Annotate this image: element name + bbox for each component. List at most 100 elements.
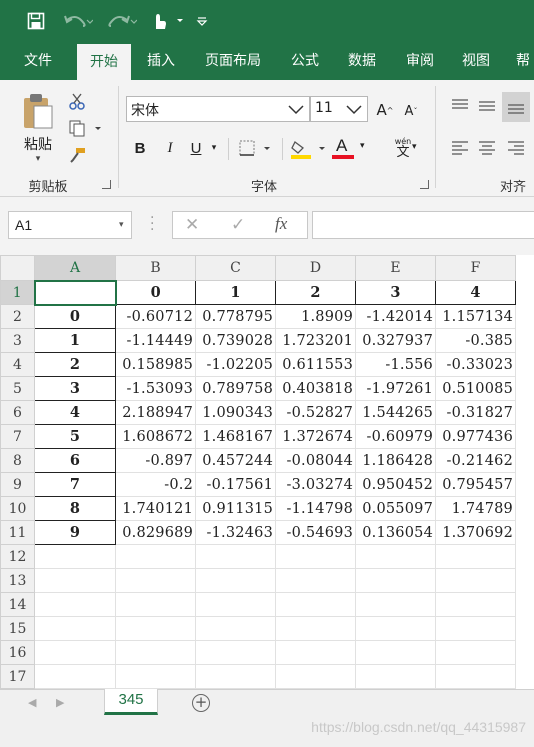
select-all-corner[interactable] bbox=[0, 255, 35, 281]
data-cell[interactable]: -1.14798 bbox=[275, 496, 356, 521]
data-cell[interactable]: -0.21462 bbox=[435, 448, 516, 473]
data-cell[interactable]: 1.8909 bbox=[275, 304, 356, 329]
fill-color-button[interactable] bbox=[288, 136, 328, 162]
data-cell[interactable]: 0.403818 bbox=[275, 376, 356, 401]
empty-cell[interactable] bbox=[195, 592, 276, 617]
data-cell[interactable]: 1.157134 bbox=[435, 304, 516, 329]
empty-cell[interactable] bbox=[435, 616, 516, 641]
borders-button[interactable] bbox=[236, 136, 276, 160]
data-cell[interactable]: 0.327937 bbox=[355, 328, 436, 353]
tab-formulas[interactable]: 公式 bbox=[282, 42, 328, 80]
empty-cell[interactable] bbox=[115, 568, 196, 593]
tab-review[interactable]: 审阅 bbox=[396, 42, 444, 80]
empty-cell[interactable] bbox=[115, 640, 196, 665]
tab-page-layout[interactable]: 页面布局 bbox=[196, 42, 270, 80]
empty-cell[interactable] bbox=[34, 568, 116, 593]
empty-cell[interactable] bbox=[435, 592, 516, 617]
empty-cell[interactable] bbox=[435, 544, 516, 569]
data-cell[interactable]: -1.42014 bbox=[355, 304, 436, 329]
empty-cell[interactable] bbox=[34, 640, 116, 665]
data-cell[interactable]: -0.33023 bbox=[435, 352, 516, 377]
empty-cell[interactable] bbox=[195, 616, 276, 641]
empty-cell[interactable] bbox=[34, 664, 116, 689]
save-icon[interactable] bbox=[24, 8, 48, 34]
empty-cell[interactable] bbox=[275, 592, 356, 617]
empty-cell[interactable] bbox=[355, 568, 436, 593]
empty-cell[interactable] bbox=[355, 592, 436, 617]
row-index-cell[interactable]: 6 bbox=[34, 448, 116, 473]
column-header-c[interactable]: C bbox=[195, 255, 276, 281]
column-header-d[interactable]: D bbox=[275, 255, 356, 281]
data-cell[interactable]: -0.60712 bbox=[115, 304, 196, 329]
copy-icon[interactable] bbox=[66, 117, 104, 139]
bold-button[interactable]: B bbox=[130, 136, 150, 160]
row-index-cell[interactable]: 3 bbox=[34, 376, 116, 401]
cell-a1[interactable] bbox=[33, 279, 117, 306]
row-index-cell[interactable]: 1 bbox=[34, 328, 116, 353]
clipboard-launcher-icon[interactable] bbox=[102, 180, 111, 189]
undo-icon[interactable] bbox=[60, 8, 96, 34]
empty-cell[interactable] bbox=[355, 544, 436, 569]
row-header[interactable]: 14 bbox=[0, 592, 35, 617]
row-index-cell[interactable]: 2 bbox=[34, 352, 116, 377]
data-cell[interactable]: 0.789758 bbox=[195, 376, 276, 401]
add-sheet-icon[interactable]: + bbox=[192, 694, 210, 712]
empty-cell[interactable] bbox=[435, 664, 516, 689]
row-header[interactable]: 7 bbox=[0, 424, 35, 449]
empty-cell[interactable] bbox=[195, 568, 276, 593]
data-cell[interactable]: 1.544265 bbox=[355, 400, 436, 425]
align-right-icon[interactable] bbox=[504, 136, 528, 160]
data-cell[interactable]: 1.74789 bbox=[435, 496, 516, 521]
italic-button[interactable]: I bbox=[160, 136, 180, 160]
underline-button[interactable]: U bbox=[186, 136, 206, 160]
row-index-cell[interactable]: 0 bbox=[34, 304, 116, 329]
row-header[interactable]: 15 bbox=[0, 616, 35, 641]
font-size-select[interactable]: 11 bbox=[310, 96, 368, 122]
column-label-cell[interactable]: 4 bbox=[435, 280, 516, 305]
paste-button[interactable]: 粘贴 ▾ bbox=[16, 88, 60, 168]
row-index-cell[interactable]: 4 bbox=[34, 400, 116, 425]
row-header[interactable]: 6 bbox=[0, 400, 35, 425]
empty-cell[interactable] bbox=[355, 616, 436, 641]
empty-cell[interactable] bbox=[115, 664, 196, 689]
data-cell[interactable]: -1.97261 bbox=[355, 376, 436, 401]
data-cell[interactable]: -0.2 bbox=[115, 472, 196, 497]
font-color-button[interactable]: A ▾ bbox=[330, 134, 372, 162]
top-align-icon[interactable] bbox=[448, 94, 472, 118]
column-label-cell[interactable]: 1 bbox=[195, 280, 276, 305]
tab-view[interactable]: 视图 bbox=[452, 42, 500, 80]
redo-icon[interactable] bbox=[104, 8, 140, 34]
row-header[interactable]: 11 bbox=[0, 520, 35, 545]
sheet-tab[interactable]: 345 bbox=[104, 689, 158, 715]
empty-cell[interactable] bbox=[34, 544, 116, 569]
cut-icon[interactable] bbox=[66, 90, 88, 112]
data-cell[interactable]: 1.370692 bbox=[435, 520, 516, 545]
column-header-a[interactable]: A bbox=[34, 255, 116, 282]
data-cell[interactable]: 0.158985 bbox=[115, 352, 196, 377]
empty-cell[interactable] bbox=[34, 616, 116, 641]
data-cell[interactable]: 1.608672 bbox=[115, 424, 196, 449]
tab-data[interactable]: 数据 bbox=[338, 42, 386, 80]
data-cell[interactable]: 0.055097 bbox=[355, 496, 436, 521]
data-cell[interactable]: -0.385 bbox=[435, 328, 516, 353]
empty-cell[interactable] bbox=[275, 568, 356, 593]
font-name-select[interactable]: 宋体 bbox=[126, 96, 310, 122]
data-cell[interactable]: -1.02205 bbox=[195, 352, 276, 377]
data-cell[interactable]: 0.457244 bbox=[195, 448, 276, 473]
data-cell[interactable]: -3.03274 bbox=[275, 472, 356, 497]
data-cell[interactable]: -0.31827 bbox=[435, 400, 516, 425]
empty-cell[interactable] bbox=[355, 640, 436, 665]
data-cell[interactable]: -1.556 bbox=[355, 352, 436, 377]
cancel-icon[interactable]: ✕ bbox=[185, 215, 199, 235]
empty-cell[interactable] bbox=[275, 664, 356, 689]
column-label-cell[interactable]: 0 bbox=[115, 280, 196, 305]
data-cell[interactable]: 0.911315 bbox=[195, 496, 276, 521]
data-cell[interactable]: 1.468167 bbox=[195, 424, 276, 449]
insert-function-icon[interactable]: fx bbox=[275, 214, 287, 234]
empty-cell[interactable] bbox=[355, 664, 436, 689]
format-painter-icon[interactable] bbox=[66, 144, 88, 166]
data-cell[interactable]: -0.54693 bbox=[275, 520, 356, 545]
row-header[interactable]: 1 bbox=[0, 280, 36, 305]
scroll-left-icon[interactable]: ◀ bbox=[28, 696, 36, 709]
tab-file[interactable]: 文件 bbox=[10, 42, 66, 80]
